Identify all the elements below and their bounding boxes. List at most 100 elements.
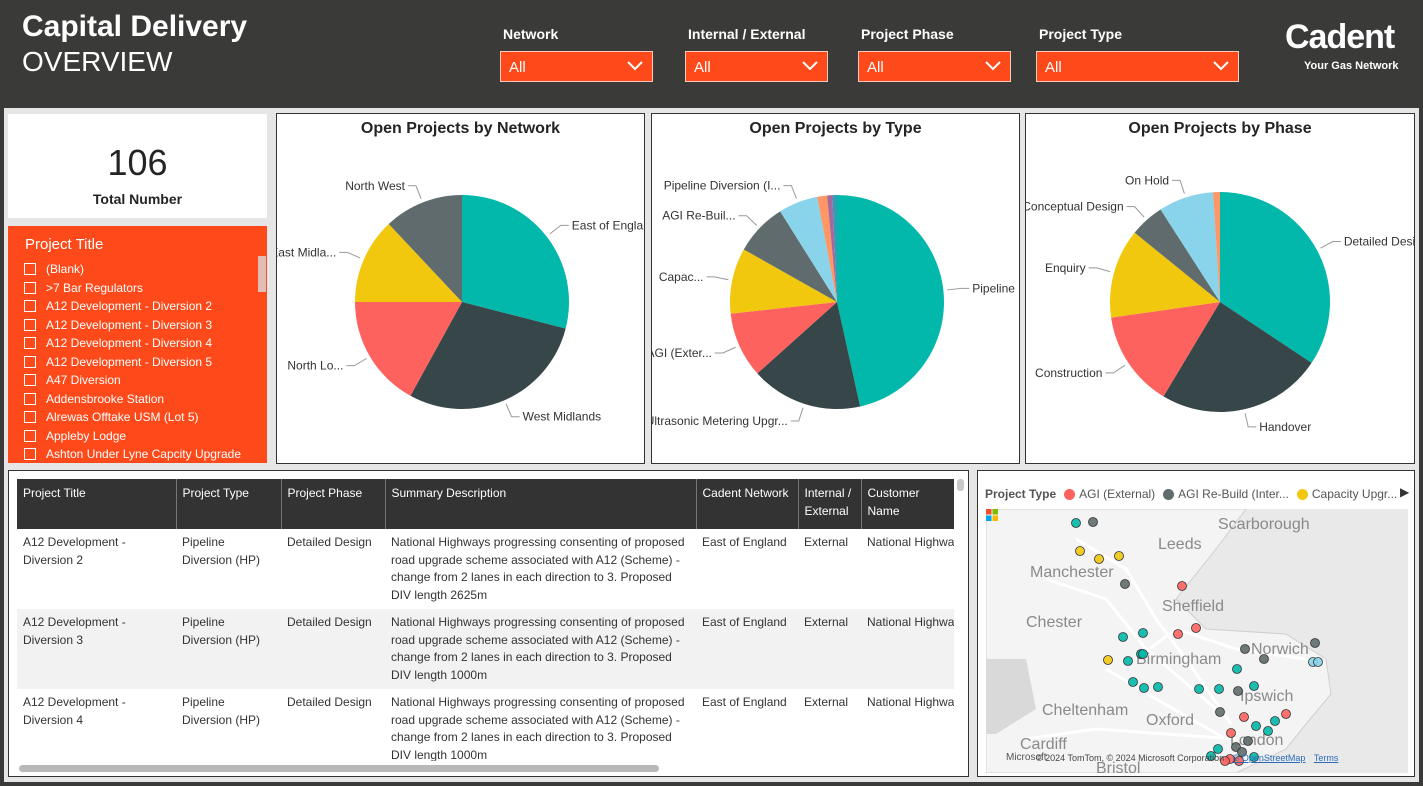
table-row[interactable]: A12 Development - Diversion 2 Pipeline Di…: [17, 529, 954, 609]
project-location-marker[interactable]: [1075, 546, 1085, 556]
legend-item[interactable]: AGI (External): [1079, 487, 1155, 501]
project-location-marker[interactable]: [1259, 654, 1269, 664]
map-place-label: Cheltenham: [1042, 702, 1128, 719]
leader-line: [947, 287, 970, 291]
dropdown-value: All: [867, 59, 884, 76]
project-location-marker[interactable]: [1103, 655, 1113, 665]
checkbox-icon[interactable]: [24, 411, 36, 424]
network-dropdown[interactable]: All: [500, 51, 653, 82]
pie-label: AGI Re-Buil...: [662, 209, 735, 223]
slicer-item[interactable]: Addensbrooke Station: [24, 390, 241, 409]
column-header[interactable]: Project Type: [176, 479, 282, 529]
project-location-marker[interactable]: [1310, 638, 1320, 648]
slicer-item[interactable]: A47 Diversion: [24, 371, 241, 390]
slicer-item[interactable]: (Blank): [24, 260, 241, 279]
osm-link[interactable]: © OpenStreetMap: [1233, 753, 1306, 763]
project-location-marker[interactable]: [1251, 721, 1261, 731]
checkbox-icon[interactable]: [24, 337, 36, 350]
project-location-marker[interactable]: [1177, 581, 1187, 591]
checkbox-icon[interactable]: [24, 355, 36, 368]
table-row[interactable]: A12 Development - Diversion 3 Pipeline Di…: [17, 609, 954, 689]
project-location-marker[interactable]: [1128, 677, 1138, 687]
column-header[interactable]: Cadent Network: [696, 479, 799, 529]
project-location-marker[interactable]: [1243, 736, 1253, 746]
project-location-marker[interactable]: [1114, 551, 1124, 561]
project-location-marker[interactable]: [1239, 712, 1249, 722]
checkbox-icon[interactable]: [24, 429, 36, 442]
column-header[interactable]: Project Title: [17, 479, 177, 529]
project-location-marker[interactable]: [1194, 684, 1204, 694]
checkbox-icon[interactable]: [24, 392, 36, 405]
project-location-marker[interactable]: [1281, 709, 1291, 719]
project-location-marker[interactable]: [1313, 657, 1323, 667]
project-location-marker[interactable]: [1232, 664, 1242, 674]
project-location-marker[interactable]: [1173, 629, 1183, 639]
slicer-item[interactable]: Ashton Under Lyne Capcity Upgrade: [24, 445, 241, 464]
project-type-dropdown[interactable]: All: [1036, 51, 1239, 82]
chevron-right-icon[interactable]: ▶: [1400, 485, 1409, 499]
map-place-label: Birmingham: [1136, 651, 1221, 668]
slicer-item[interactable]: A12 Development - Diversion 2: [24, 297, 241, 316]
column-header[interactable]: Customer Name: [861, 479, 954, 529]
project-location-marker[interactable]: [1233, 686, 1243, 696]
slicer-item[interactable]: A12 Development - Diversion 4: [24, 334, 241, 353]
legend-item[interactable]: Capacity Upgr...: [1312, 487, 1397, 501]
column-header[interactable]: Project Phase: [281, 479, 386, 529]
project-phase-dropdown[interactable]: All: [858, 51, 1011, 82]
checkbox-icon[interactable]: [24, 300, 36, 313]
project-location-marker[interactable]: [1138, 628, 1148, 638]
table-cell: Detailed Design: [287, 695, 372, 709]
project-location-marker[interactable]: [1270, 716, 1280, 726]
project-location-marker[interactable]: [1120, 579, 1130, 589]
filter-project-phase: Project Phase All: [858, 26, 1011, 82]
table-cell: A12 Development - Diversion 2: [23, 535, 126, 567]
uk-map[interactable]: Scarborough Leeds Manchester Sheffield Chest…: [986, 509, 1408, 773]
table-row[interactable]: A12 Development - Diversion 4 Pipeline Di…: [17, 689, 954, 761]
project-location-marker[interactable]: [1071, 518, 1081, 528]
project-location-marker[interactable]: [1153, 682, 1163, 692]
project-location-marker[interactable]: [1263, 726, 1273, 736]
leader-line: [339, 251, 361, 259]
project-location-marker[interactable]: [1139, 683, 1149, 693]
project-location-marker[interactable]: [1138, 649, 1148, 659]
slicer-scrollbar[interactable]: [258, 256, 266, 292]
checkbox-icon[interactable]: [24, 263, 36, 276]
project-location-marker[interactable]: [1094, 554, 1104, 564]
project-location-marker[interactable]: [1088, 517, 1098, 527]
slicer-item[interactable]: A12 Development - Diversion 3: [24, 316, 241, 335]
project-location-marker[interactable]: [1249, 681, 1259, 691]
vertical-scrollbar[interactable]: [957, 479, 964, 491]
internal-external-dropdown[interactable]: All: [685, 51, 828, 82]
leader-line: [706, 276, 729, 281]
slicer-item[interactable]: Alrewas Offtake USM (Lot 5): [24, 408, 241, 427]
pie-label: North West: [345, 179, 405, 193]
project-location-marker[interactable]: [1215, 707, 1225, 717]
column-header[interactable]: Summary Description: [385, 479, 697, 529]
logo-tagline: Your Gas Network: [1304, 60, 1399, 72]
slicer-item[interactable]: Appleby Lodge: [24, 427, 241, 446]
checkbox-icon[interactable]: [24, 281, 36, 294]
project-location-marker[interactable]: [1214, 684, 1224, 694]
slicer-item[interactable]: >7 Bar Regulators: [24, 279, 241, 298]
dropdown-value: All: [694, 59, 711, 76]
slicer-item-label: A12 Development - Diversion 4: [46, 336, 213, 351]
project-location-marker[interactable]: [1123, 656, 1133, 666]
project-location-marker[interactable]: [1240, 644, 1250, 654]
checkbox-icon[interactable]: [24, 448, 36, 461]
project-location-marker[interactable]: [1118, 632, 1128, 642]
terms-link[interactable]: Terms: [1314, 753, 1339, 763]
filter-internal-external: Internal / External All: [685, 26, 828, 82]
horizontal-scrollbar[interactable]: [19, 765, 659, 772]
project-location-marker[interactable]: [1191, 623, 1201, 633]
checkbox-icon[interactable]: [24, 374, 36, 387]
filter-label: Project Phase: [861, 26, 954, 42]
project-location-marker[interactable]: [1226, 728, 1236, 738]
slicer-item-label: A12 Development - Diversion 5: [46, 354, 213, 369]
pie-label: Construction: [1035, 366, 1102, 380]
slicer-item[interactable]: A12 Development - Diversion 5: [24, 353, 241, 372]
checkbox-icon[interactable]: [24, 318, 36, 331]
legend-item[interactable]: AGI Re-Build (Inter...: [1178, 487, 1289, 501]
filter-project-type: Project Type All: [1036, 26, 1239, 82]
column-header[interactable]: Internal / External: [798, 479, 862, 529]
pie-label: Conceptual Design: [1026, 200, 1124, 214]
